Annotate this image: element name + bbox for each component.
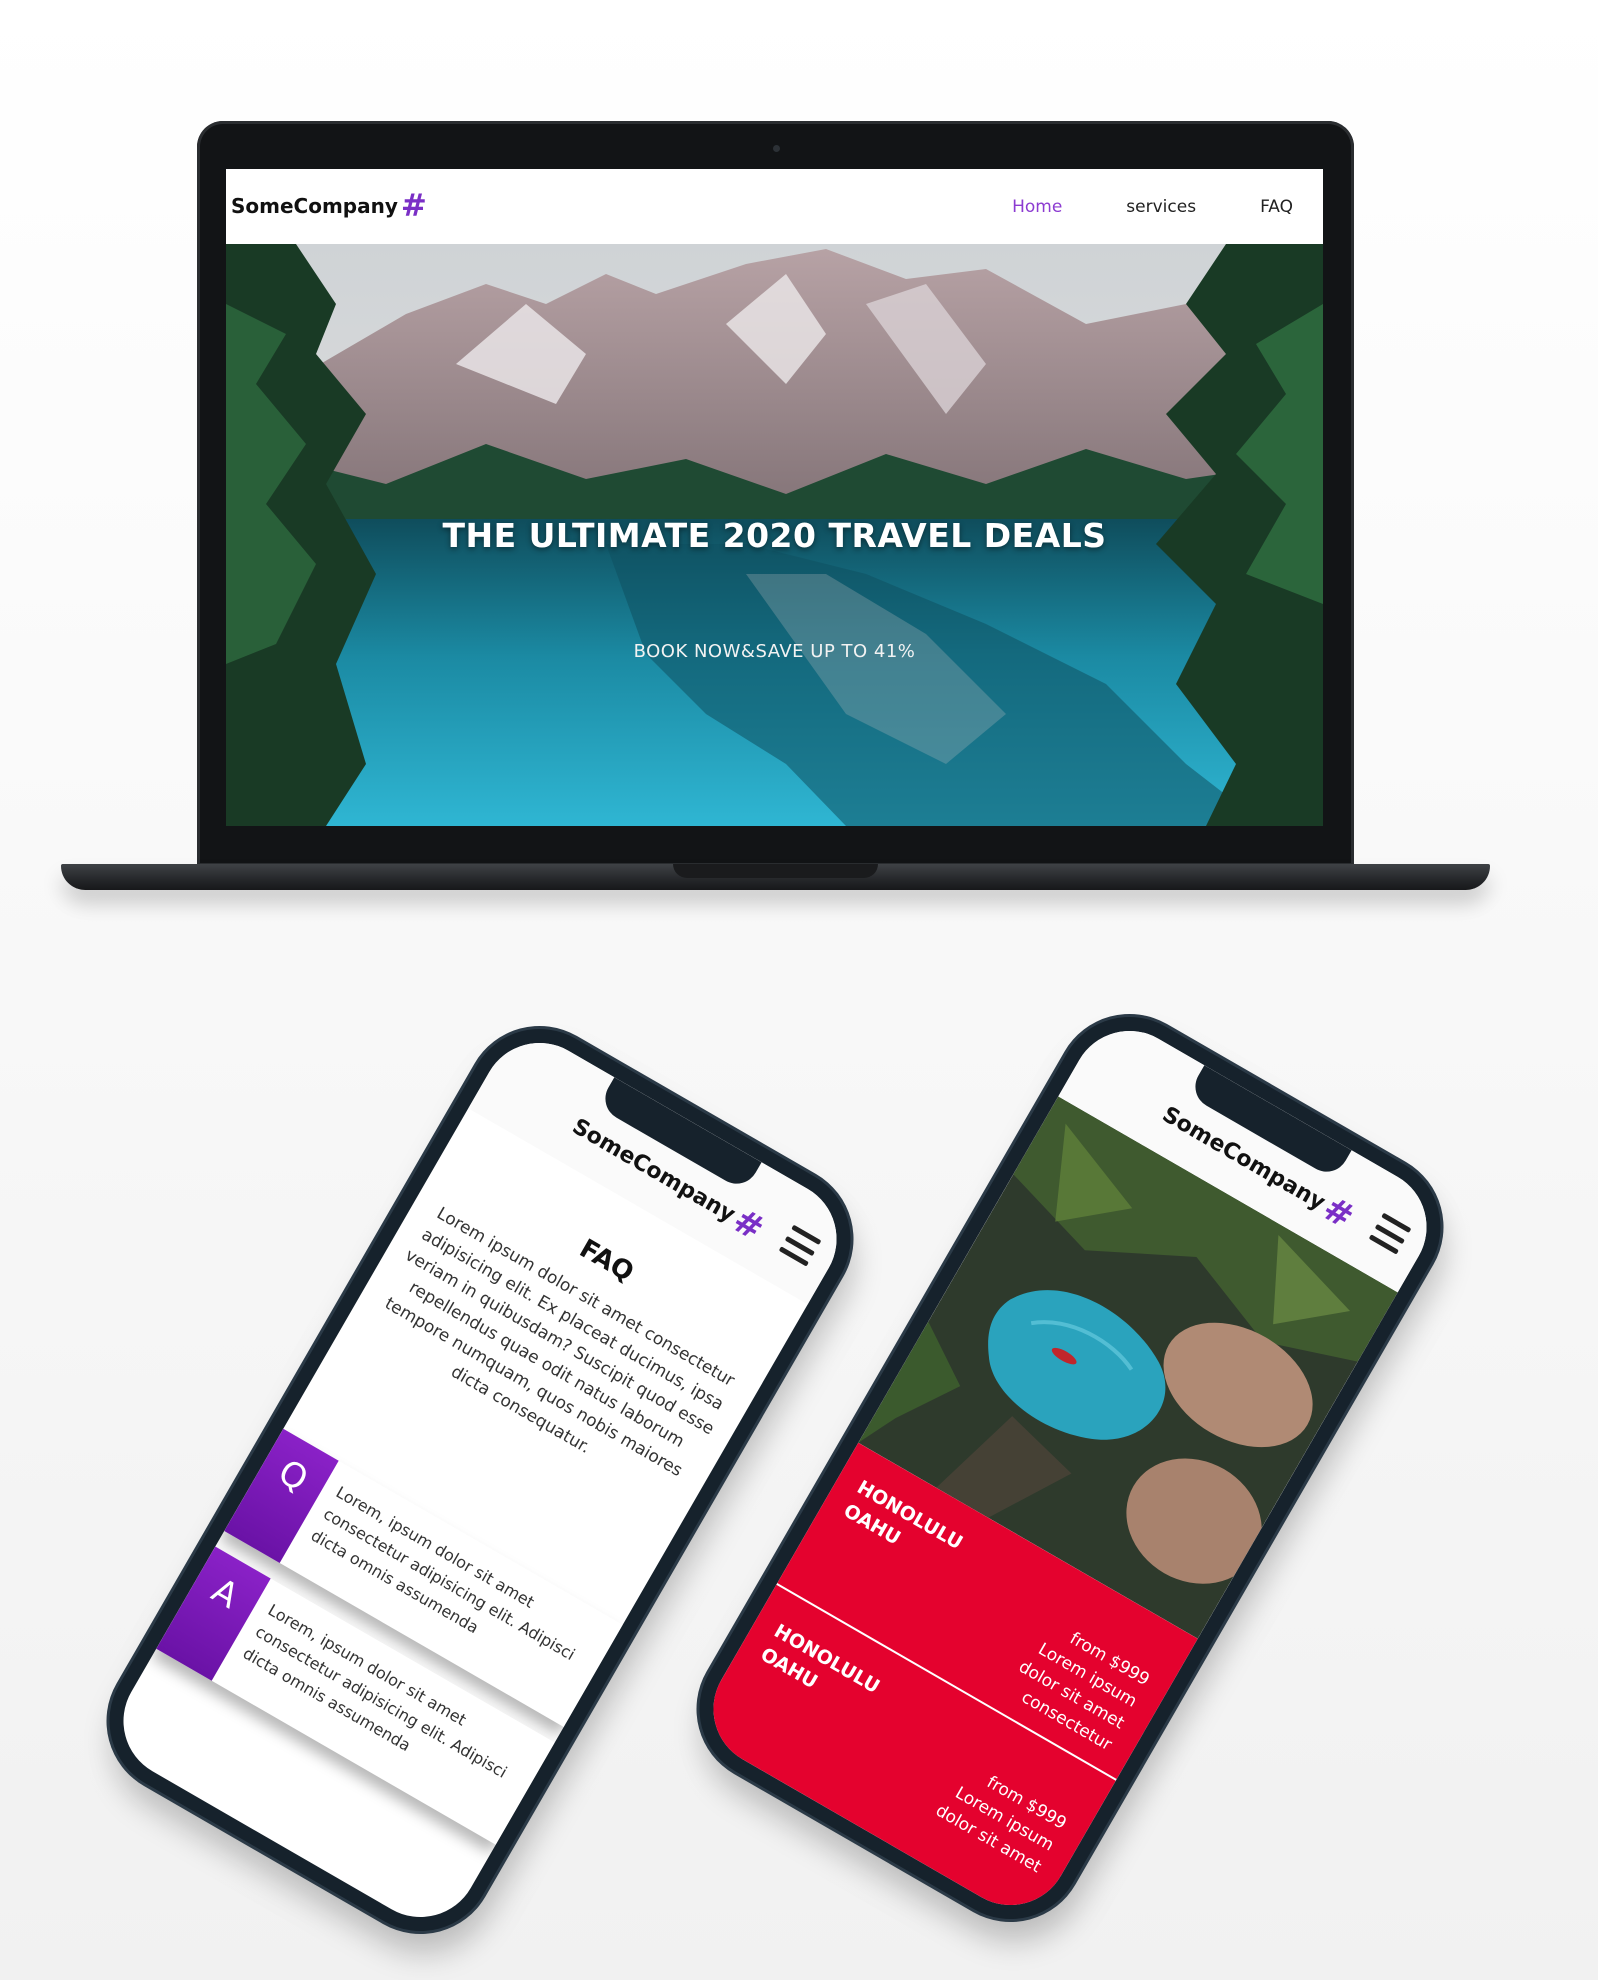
- site-navbar: SomeCompany # Home services FAQ: [226, 169, 1323, 244]
- phone-faq-device: SomeCompany # FAQ Lorem ipsum dolor sit …: [83, 1002, 877, 1958]
- nav-links: Home services FAQ: [1012, 169, 1293, 244]
- laptop-camera: [773, 145, 780, 152]
- phone-faq-screen: SomeCompany # FAQ Lorem ipsum dolor sit …: [102, 1021, 858, 1939]
- nav-home-link[interactable]: Home: [1012, 197, 1062, 217]
- hamburger-menu-icon[interactable]: [778, 1224, 822, 1267]
- deal-price-block: from $999 Lorem ipsum dolor sit amet: [903, 1740, 1070, 1880]
- brand-logo[interactable]: SomeCompany #: [231, 187, 427, 225]
- nav-faq-link[interactable]: FAQ: [1260, 197, 1293, 217]
- hamburger-menu-icon[interactable]: [1368, 1212, 1412, 1255]
- laptop-base: [61, 864, 1490, 890]
- laptop-opening-notch: [673, 864, 878, 878]
- laptop-screen: SomeCompany # Home services FAQ THE ULTI…: [226, 169, 1323, 826]
- hero-subtitle[interactable]: BOOK NOW&SAVE UP TO 41%: [226, 641, 1323, 662]
- phone-deals-screen: SomeCompany # HONOLULU OAHU from $999 Lo…: [692, 1009, 1448, 1927]
- hero-title: THE ULTIMATE 2020 TRAVEL DEALS: [442, 516, 1107, 555]
- hash-icon: #: [400, 187, 427, 224]
- hero-banner: THE ULTIMATE 2020 TRAVEL DEALS BOOK NOW&…: [226, 244, 1323, 826]
- nav-services-link[interactable]: services: [1126, 197, 1196, 217]
- phone-deals-device: SomeCompany # HONOLULU OAHU from $999 Lo…: [673, 990, 1467, 1946]
- laptop-device: SomeCompany # Home services FAQ THE ULTI…: [197, 121, 1354, 866]
- brand-name: SomeCompany: [231, 194, 398, 218]
